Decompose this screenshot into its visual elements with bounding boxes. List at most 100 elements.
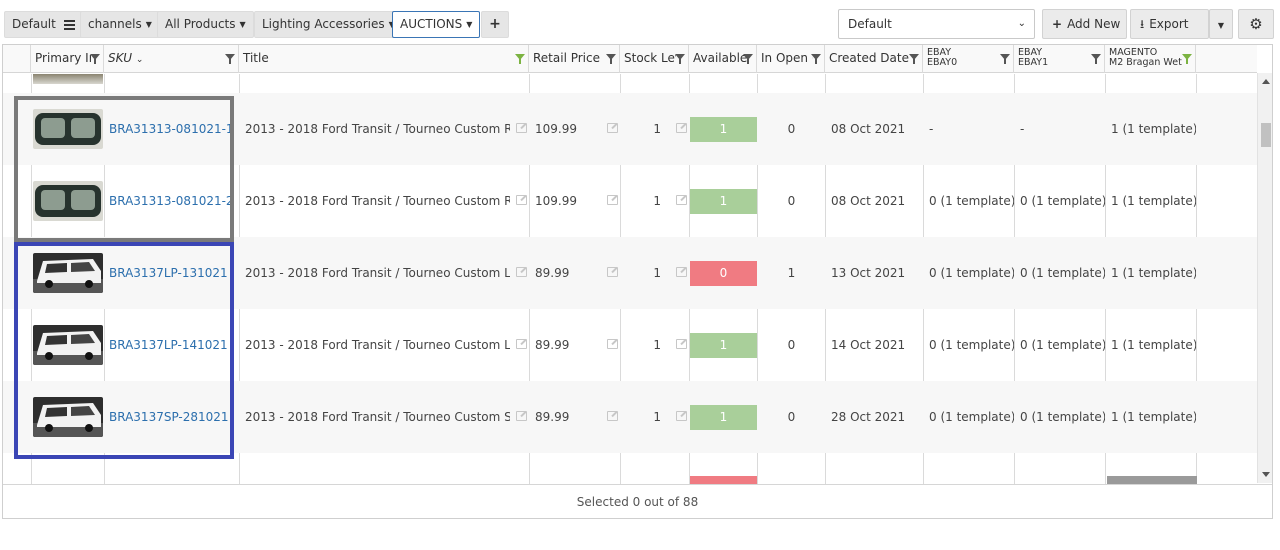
- table-row[interactable]: BRA31313-081021-2 2013 - 2018 Ford Transi…: [3, 165, 1257, 237]
- header-primary-image[interactable]: Primary Ir: [31, 45, 104, 73]
- view-tab-lighting-accessories[interactable]: Lighting Accessories▼: [254, 11, 403, 38]
- ebay1-listing-status: -: [1020, 122, 1025, 136]
- edit-title-icon[interactable]: [516, 411, 527, 421]
- available-badge: 1: [690, 405, 757, 430]
- product-thumbnail[interactable]: [33, 181, 103, 221]
- header-select-all[interactable]: [3, 45, 31, 73]
- saved-view-select[interactable]: Default ⌄: [838, 9, 1035, 39]
- header-created-date[interactable]: Created Date: [825, 45, 923, 73]
- product-thumbnail[interactable]: [33, 109, 103, 149]
- caret-down-icon: ▼: [145, 20, 152, 29]
- filter-icon[interactable]: [225, 54, 235, 64]
- header-retail-price[interactable]: Retail Price: [529, 45, 620, 73]
- add-view-button[interactable]: +: [481, 11, 509, 38]
- view-tab-default[interactable]: Default: [4, 11, 83, 38]
- filter-icon[interactable]: [1091, 54, 1101, 64]
- view-tab-all-products[interactable]: All Products ▼: [157, 11, 254, 38]
- grid-body: BRA31313-081021-1 2013 - 2018 Ford Transi…: [3, 74, 1257, 484]
- header-in-open-orders[interactable]: In Open (: [757, 45, 825, 73]
- saved-view-select-value: Default: [848, 17, 892, 31]
- header-sku[interactable]: SKU ⌄: [104, 45, 239, 73]
- edit-title-icon[interactable]: [516, 267, 527, 277]
- edit-title-icon[interactable]: [516, 339, 527, 349]
- product-thumbnail[interactable]: [33, 325, 103, 365]
- edit-stock-icon[interactable]: [676, 123, 687, 133]
- filter-active-icon[interactable]: [515, 54, 525, 64]
- table-row[interactable]: BRA3137LP-131021 2013 - 2018 Ford Transit…: [3, 237, 1257, 309]
- ebay1-listing-status: 0 (1 template): [1020, 338, 1105, 352]
- ebay0-listing-status: 0 (1 template): [929, 410, 1014, 424]
- export-label: Export: [1149, 17, 1189, 31]
- magento-listing-status: 1 (1 template): [1111, 194, 1196, 208]
- product-title: 2013 - 2018 Ford Transit / Tourneo Custo…: [245, 266, 510, 280]
- magento-listing-status: 1 (1 template): [1111, 266, 1196, 280]
- filter-icon[interactable]: [1000, 54, 1010, 64]
- sku-link[interactable]: BRA3137SP-281021: [104, 381, 239, 453]
- stock-level: 1: [653, 122, 661, 136]
- edit-title-icon[interactable]: [516, 195, 527, 205]
- settings-button[interactable]: ⚙: [1238, 9, 1274, 39]
- view-tab-auctions[interactable]: AUCTIONS ▼: [392, 11, 481, 38]
- filter-icon[interactable]: [90, 54, 100, 64]
- product-thumbnail[interactable]: [33, 397, 103, 437]
- scrollbar-thumb[interactable]: [1261, 123, 1271, 147]
- filter-icon[interactable]: [743, 54, 753, 64]
- export-dropdown-button[interactable]: ▼: [1209, 9, 1233, 39]
- filter-active-icon[interactable]: [1182, 54, 1192, 64]
- scroll-up-arrow-icon[interactable]: [1262, 79, 1270, 84]
- view-tab-label: Default: [12, 17, 56, 31]
- table-row[interactable]: BRA3137SP-281021 2013 - 2018 Ford Transit…: [3, 381, 1257, 453]
- edit-stock-icon[interactable]: [676, 339, 687, 349]
- caret-down-icon: ▼: [466, 20, 473, 29]
- header-label: In Open (: [761, 51, 813, 65]
- chevron-down-icon: ⌄: [1017, 18, 1026, 29]
- created-date: 14 Oct 2021: [831, 338, 906, 352]
- vertical-scrollbar[interactable]: [1257, 73, 1272, 483]
- scroll-down-arrow-icon[interactable]: [1262, 472, 1270, 477]
- table-row[interactable]: BRA3137LP-141021 2013 - 2018 Ford Transit…: [3, 309, 1257, 381]
- in-open-orders: 1: [787, 266, 796, 280]
- available-badge: 1: [690, 333, 757, 358]
- edit-stock-icon[interactable]: [676, 195, 687, 205]
- product-title: 2013 - 2018 Ford Transit / Tourneo Custo…: [245, 338, 510, 352]
- header-ebay1[interactable]: EBAY EBAY1: [1014, 45, 1105, 73]
- sku-link[interactable]: BRA31313-081021-2: [104, 165, 239, 237]
- edit-stock-icon[interactable]: [676, 411, 687, 421]
- filter-icon[interactable]: [811, 54, 821, 64]
- edit-price-icon[interactable]: [607, 339, 618, 349]
- retail-price: 89.99: [535, 410, 570, 424]
- sku-link[interactable]: BRA31313-081021-1: [104, 93, 239, 165]
- header-ebay0[interactable]: EBAY EBAY0: [923, 45, 1014, 73]
- ebay0-listing-status: -: [929, 122, 934, 136]
- header-magento[interactable]: MAGENTO M2 Bragan Wet: [1105, 45, 1196, 73]
- export-button[interactable]: ⭳ Export: [1130, 9, 1209, 39]
- filter-icon[interactable]: [606, 54, 616, 64]
- edit-price-icon[interactable]: [607, 123, 618, 133]
- available-badge: 1: [690, 189, 757, 214]
- add-new-button[interactable]: + Add New: [1042, 9, 1127, 39]
- table-row[interactable]: BRA31313-081021-1 2013 - 2018 Ford Transi…: [3, 93, 1257, 165]
- in-open-orders: 0: [787, 410, 796, 424]
- sku-link[interactable]: BRA3137LP-131021: [104, 237, 239, 309]
- edit-price-icon[interactable]: [607, 411, 618, 421]
- sku-link[interactable]: BRA3137LP-141021: [104, 309, 239, 381]
- plus-icon: +: [1052, 17, 1063, 31]
- header-stock-level[interactable]: Stock Lev: [620, 45, 689, 73]
- header-label: Primary Ir: [35, 51, 91, 65]
- header-label: Retail Price: [533, 51, 600, 65]
- view-tab-channels[interactable]: channels ▼: [80, 11, 160, 38]
- caret-down-icon: ▼: [1217, 21, 1225, 30]
- edit-stock-icon[interactable]: [676, 267, 687, 277]
- header-label: Title: [243, 51, 269, 65]
- filter-icon[interactable]: [909, 54, 919, 64]
- product-thumbnail[interactable]: [33, 253, 103, 293]
- header-available[interactable]: Available: [689, 45, 757, 73]
- edit-price-icon[interactable]: [607, 195, 618, 205]
- available-badge: 0: [690, 261, 757, 286]
- available-badge: 1: [690, 117, 757, 142]
- filter-icon[interactable]: [675, 54, 685, 64]
- header-title[interactable]: Title: [239, 45, 529, 73]
- magento-listing-status: 1 (1 template): [1111, 338, 1196, 352]
- edit-price-icon[interactable]: [607, 267, 618, 277]
- edit-title-icon[interactable]: [516, 123, 527, 133]
